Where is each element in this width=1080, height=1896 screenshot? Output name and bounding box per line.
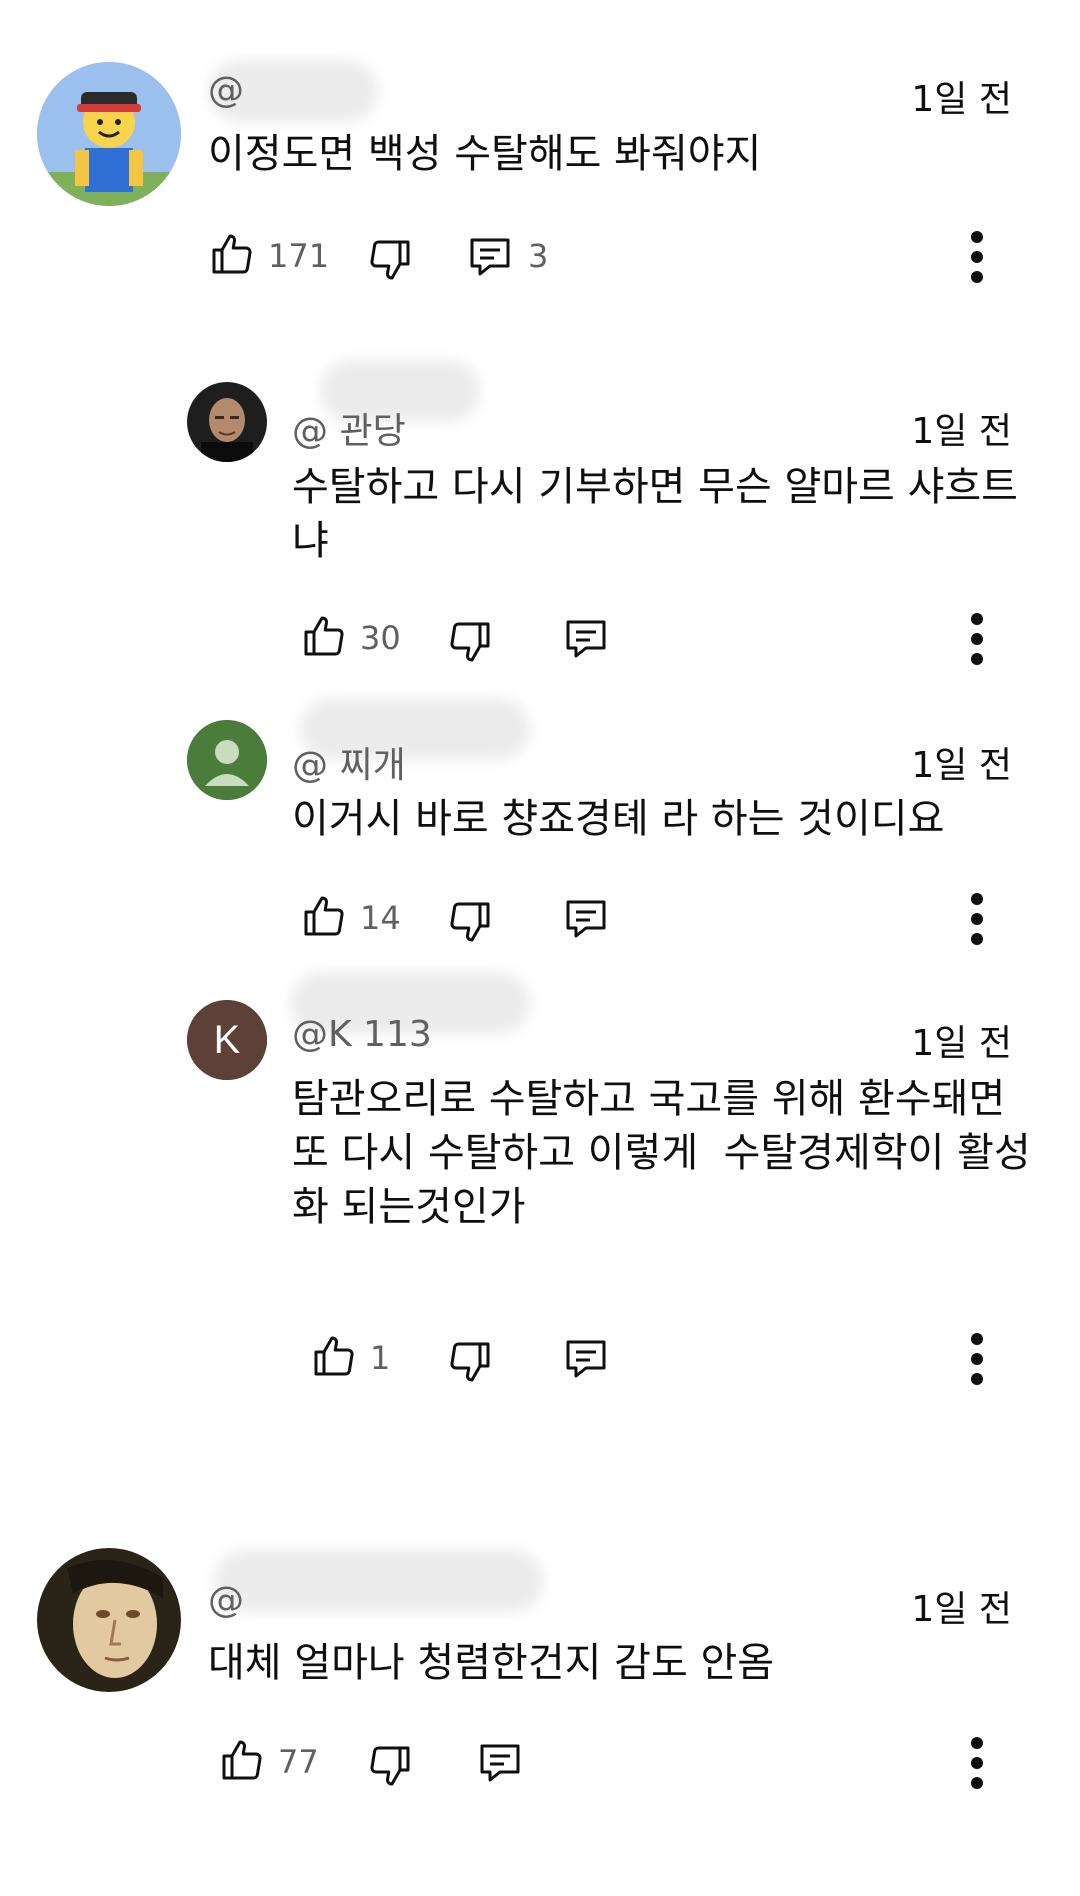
- comment-author[interactable]: @K 113: [292, 1014, 432, 1055]
- like-count: 77: [278, 1743, 319, 1781]
- comment-text: 탐관오리로 수탈하고 국고를 위해 환수돼면 또 다시 수탈하고 이렇게 수탈경…: [292, 1076, 1031, 1230]
- comment-text: 대체 얼마나 청렴한건지 감도 안옴: [208, 1640, 775, 1686]
- reply-item: K @K 113 1일 전 탐관오리로 수탈하고 국고를 위해 환수돼면 또 다…: [0, 960, 1080, 1400]
- like-count: 1: [370, 1339, 391, 1377]
- comment-time: 1일 전: [911, 745, 1012, 786]
- like-count: 30: [360, 619, 401, 657]
- comment-actions: 14: [300, 892, 1020, 952]
- like-icon[interactable]: [208, 230, 256, 278]
- reply-item: @ 관당 1일 전 수탈하고 다시 기부하면 무슨 얄마르 샤흐트냐 30: [0, 300, 1080, 680]
- more-options-icon[interactable]: [962, 612, 992, 666]
- comment-time: 1일 전: [911, 1023, 1012, 1064]
- dislike-icon[interactable]: [446, 618, 494, 666]
- avatar[interactable]: [187, 382, 267, 462]
- reply-icon[interactable]: [562, 894, 610, 942]
- avatar[interactable]: K: [187, 1000, 267, 1080]
- comment-author[interactable]: @ 찌개: [292, 736, 406, 788]
- like-count: 171: [268, 237, 330, 275]
- avatar[interactable]: [37, 62, 181, 206]
- dislike-icon[interactable]: [366, 236, 414, 284]
- comment-author[interactable]: @: [208, 70, 244, 111]
- comment-actions: 1: [310, 1332, 1020, 1392]
- comment-text: 이거시 바로 챵죠경톄 라 하는 것이디요: [292, 796, 945, 842]
- reply-item: @ 찌개 1일 전 이거시 바로 챵죠경톄 라 하는 것이디요 14: [0, 680, 1080, 960]
- like-icon[interactable]: [300, 612, 348, 660]
- dislike-icon[interactable]: [366, 1742, 414, 1790]
- comment-actions: 77: [218, 1736, 1028, 1796]
- avatar-letter: K: [213, 1018, 241, 1062]
- dislike-icon[interactable]: [446, 898, 494, 946]
- like-icon[interactable]: [218, 1736, 266, 1784]
- comment-text: 이정도면 백성 수탈해도 봐줘야지: [208, 131, 762, 177]
- more-options-icon[interactable]: [962, 1736, 992, 1790]
- comment-time: 1일 전: [911, 79, 1012, 120]
- like-icon[interactable]: [300, 892, 348, 940]
- comment-author[interactable]: @: [208, 1580, 244, 1621]
- comment-time: 1일 전: [911, 1589, 1012, 1630]
- more-options-icon[interactable]: [962, 230, 992, 284]
- comment-item: @ 1일 전 대체 얼마나 청렴한건지 감도 안옴 77: [0, 1540, 1080, 1840]
- reply-icon[interactable]: [466, 232, 514, 280]
- more-options-icon[interactable]: [962, 1332, 992, 1386]
- reply-icon[interactable]: [562, 614, 610, 662]
- reply-icon[interactable]: [476, 1738, 524, 1786]
- redacted-author-blur: [214, 1550, 544, 1612]
- dislike-icon[interactable]: [446, 1338, 494, 1386]
- comment-actions: 171 3: [208, 230, 1028, 290]
- comment-actions: 30: [300, 612, 1020, 672]
- avatar[interactable]: [37, 1548, 181, 1692]
- reply-icon[interactable]: [562, 1334, 610, 1382]
- like-icon[interactable]: [310, 1332, 358, 1380]
- comment-author[interactable]: @ 관당: [292, 402, 406, 454]
- more-options-icon[interactable]: [962, 892, 992, 946]
- comment-time: 1일 전: [911, 411, 1012, 452]
- like-count: 14: [360, 899, 401, 937]
- avatar[interactable]: [187, 720, 267, 800]
- reply-count[interactable]: 3: [528, 232, 548, 280]
- comment-text: 수탈하고 다시 기부하면 무슨 얄마르 샤흐트냐: [292, 464, 1018, 564]
- comment-item: @ 1일 전 이정도면 백성 수탈해도 봐줘야지 171 3: [0, 0, 1080, 300]
